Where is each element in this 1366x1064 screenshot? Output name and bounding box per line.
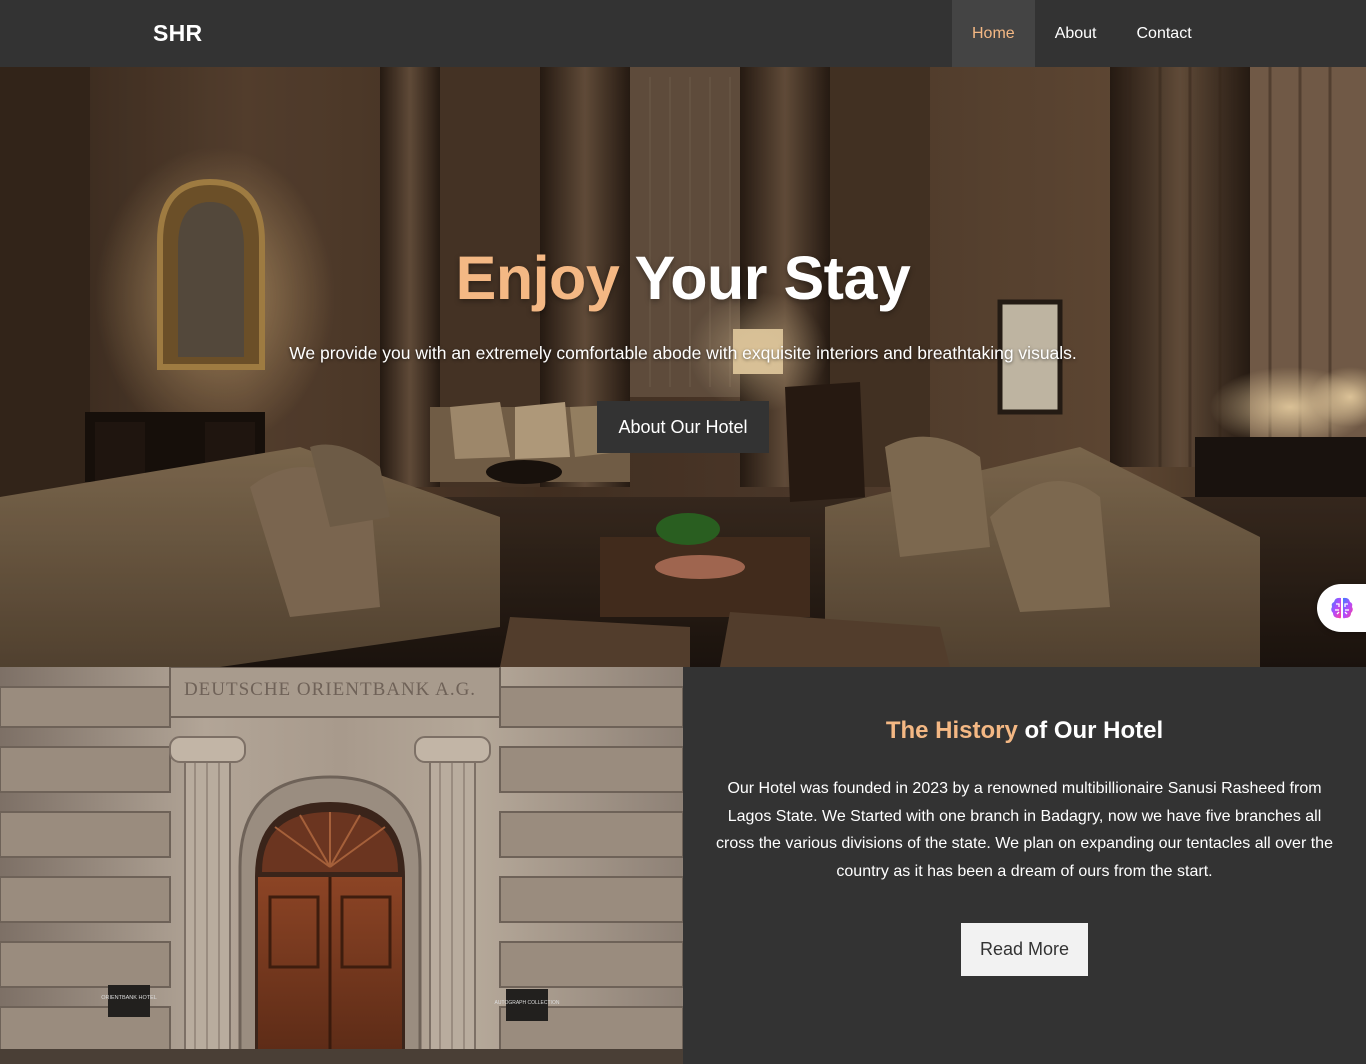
history-title-accent: The History (885, 717, 1018, 744)
read-more-button[interactable]: Read More (961, 923, 1088, 976)
history-body: Our Hotel was founded in 2023 by a renow… (716, 780, 1333, 880)
history-title-rest: of Our Hotel (1024, 717, 1164, 744)
hero-background-image (0, 67, 1366, 667)
nav-link-about[interactable]: About (1035, 0, 1117, 67)
history-content: The History of Our Hotel Our Hotel was f… (683, 667, 1366, 1064)
history-section: DEUTSCHE ORIENTBANK A.G. ORIENTBANK HOTE… (0, 667, 1366, 1064)
brain-icon (1331, 597, 1353, 619)
hero-section: Enjoy Your Stay We provide you with an e… (0, 67, 1366, 667)
hero-title-accent: Enjoy (455, 244, 620, 312)
about-hotel-button[interactable]: About Our Hotel (597, 401, 769, 453)
building-inscription: DEUTSCHE ORIENTBANK A.G. (184, 679, 476, 700)
hero-subtitle: We provide you with an extremely comfort… (289, 343, 1077, 363)
building-facade-graphic: DEUTSCHE ORIENTBANK A.G. ORIENTBANK HOTE… (0, 667, 683, 1064)
navbar: SHR Home About Contact (0, 0, 1366, 67)
brand-logo[interactable]: SHR (153, 20, 202, 47)
plaque-right: AUTOGRAPH COLLECTION (495, 1000, 560, 1006)
hotel-building-image: DEUTSCHE ORIENTBANK A.G. ORIENTBANK HOTE… (0, 667, 683, 1064)
nav-link-contact[interactable]: Contact (1117, 0, 1212, 67)
nav-menu: Home About Contact (952, 0, 1212, 67)
hero-title-rest: Your Stay (634, 244, 911, 312)
plaque-left: ORIENTBANK HOTEL (101, 995, 157, 1001)
history-title: The History of Our Hotel (683, 717, 1366, 745)
floating-widget-tab[interactable] (1317, 584, 1366, 632)
nav-link-home[interactable]: Home (952, 0, 1035, 67)
hero-title: Enjoy Your Stay (0, 243, 1366, 313)
